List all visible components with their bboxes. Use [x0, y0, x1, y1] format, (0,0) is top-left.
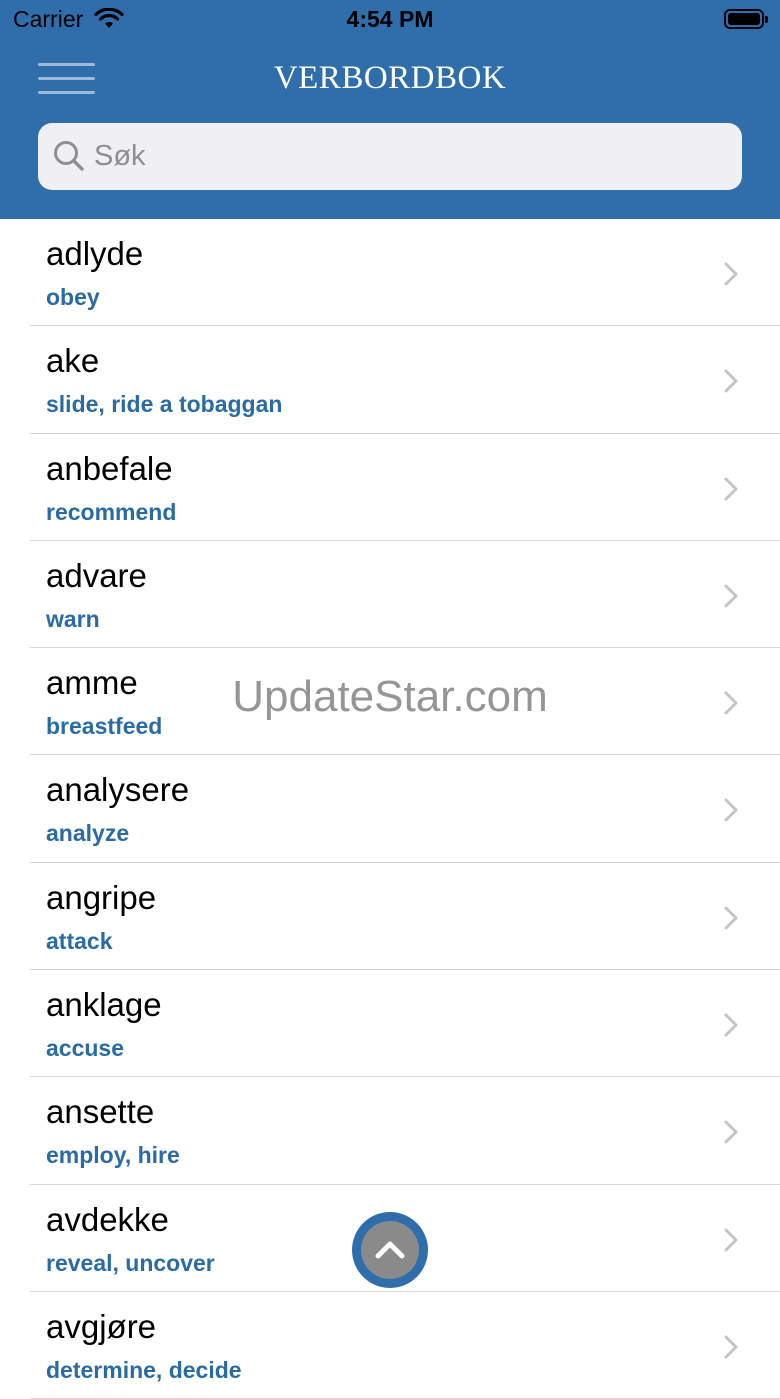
- verb-row[interactable]: adlyde obey: [0, 219, 780, 327]
- chevron-right-icon: [722, 1226, 740, 1259]
- chevron-right-icon: [722, 1011, 740, 1044]
- search-bar[interactable]: [38, 123, 742, 190]
- verb-word: angripe: [46, 878, 157, 916]
- chevron-right-icon: [722, 796, 740, 829]
- clock: 4:54 PM: [346, 6, 434, 32]
- verb-translation: employ, hire: [46, 1142, 180, 1169]
- verb-row[interactable]: advare warn: [0, 541, 780, 649]
- verb-word: avdekke: [46, 1200, 169, 1238]
- verb-translation: slide, ride a tobaggan: [46, 391, 283, 418]
- verb-translation: reveal, uncover: [46, 1249, 215, 1276]
- verb-row[interactable]: avgjøre determine, decide: [0, 1292, 780, 1399]
- verb-translation: determine, decide: [46, 1356, 242, 1383]
- verb-translation: warn: [46, 605, 100, 632]
- verb-translation: recommend: [46, 498, 177, 525]
- search-icon: [52, 139, 86, 173]
- chevron-right-icon: [722, 904, 740, 937]
- search-input[interactable]: [94, 123, 714, 190]
- nav-header: Carrier 4:54 PM VERBORDBOK: [0, 0, 780, 219]
- verb-translation: attack: [46, 927, 113, 954]
- verb-translation: obey: [46, 284, 100, 310]
- verb-word: avgjøre: [46, 1307, 157, 1345]
- chevron-right-icon: [722, 367, 740, 400]
- scroll-to-top-button[interactable]: [352, 1212, 428, 1288]
- verb-translation: analyze: [46, 820, 130, 847]
- verb-word: advare: [46, 556, 147, 594]
- verb-word: ake: [46, 342, 100, 380]
- chevron-right-icon: [722, 260, 740, 293]
- verb-row[interactable]: angripe attack: [0, 863, 780, 971]
- battery-icon: [724, 9, 768, 29]
- verb-word: ansette: [46, 1093, 155, 1131]
- verb-translation: accuse: [46, 1035, 125, 1062]
- verb-row[interactable]: ansette employ, hire: [0, 1077, 780, 1185]
- verb-row[interactable]: ake slide, ride a tobaggan: [0, 326, 780, 434]
- verb-row[interactable]: anbefale recommend: [0, 434, 780, 541]
- chevron-right-icon: [722, 582, 740, 615]
- verb-word: analysere: [46, 771, 190, 809]
- verb-word: anklage: [46, 986, 162, 1024]
- watermark: UpdateStar.com: [232, 672, 548, 721]
- verb-word: adlyde: [46, 235, 144, 272]
- verb-row[interactable]: analysere analyze: [0, 755, 780, 863]
- chevron-right-icon: [722, 1333, 740, 1366]
- page-title: VERBORDBOK: [273, 60, 507, 96]
- chevron-up-icon: [375, 1241, 405, 1259]
- chevron-right-icon: [722, 1118, 740, 1151]
- status-bar: Carrier 4:54 PM: [0, 0, 780, 40]
- chevron-right-icon: [722, 475, 740, 508]
- verb-word: anbefale: [46, 449, 173, 487]
- verb-row[interactable]: anklage accuse: [0, 970, 780, 1078]
